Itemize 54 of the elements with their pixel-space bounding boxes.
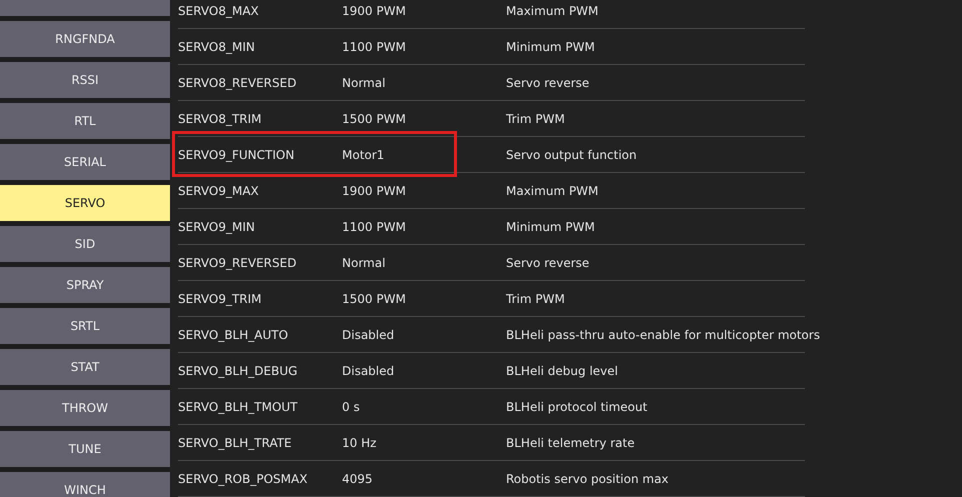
param-description: Maximum PWM	[506, 4, 600, 18]
param-name: SERVO_BLH_DEBUG	[178, 364, 298, 378]
param-description: Trim PWM	[506, 112, 566, 126]
param-value: Motor1	[342, 148, 386, 162]
param-value: 1100 PWM	[342, 40, 407, 54]
param-value: 4095	[342, 472, 374, 486]
param-value: 1900 PWM	[342, 4, 407, 18]
param-name: SERVO_BLH_AUTO	[178, 328, 290, 342]
sidebar-button[interactable]: RNGFNDA	[0, 21, 170, 57]
param-name: SERVO9_TRIM	[178, 292, 263, 306]
sidebar-button[interactable]: SRTL	[0, 308, 170, 344]
param-description: Minimum PWM	[506, 220, 596, 234]
param-value: 0 s	[342, 400, 361, 414]
param-value: Disabled	[342, 364, 396, 378]
param-value: 1100 PWM	[342, 220, 407, 234]
param-description: Minimum PWM	[506, 40, 596, 54]
param-value: Normal	[342, 76, 386, 90]
sidebar-button[interactable]: SERVO	[0, 185, 170, 221]
sidebar-button[interactable]: SERIAL	[0, 144, 170, 180]
param-description: BLHeli pass-thru auto-enable for multicopter motors	[506, 328, 820, 342]
sidebar-button[interactable]: THROW	[0, 390, 170, 426]
param-name: SERVO9_MAX	[178, 184, 260, 198]
param-description: BLHeli protocol timeout	[506, 400, 648, 414]
param-description: Servo reverse	[506, 76, 590, 90]
sidebar-button[interactable]: SPRAY	[0, 267, 170, 303]
param-name: SERVO9_MIN	[178, 220, 256, 234]
param-name: SERVO8_REVERSED	[178, 76, 298, 90]
param-name: SERVO_BLH_TMOUT	[178, 400, 299, 414]
param-value: 1500 PWM	[342, 292, 407, 306]
param-value: 1900 PWM	[342, 184, 407, 198]
param-description: Robotis servo position max	[506, 472, 670, 486]
sidebar-button[interactable]: RTL	[0, 103, 170, 139]
param-description: Servo output function	[506, 148, 638, 162]
param-value: 1500 PWM	[342, 112, 407, 126]
param-description: BLHeli debug level	[506, 364, 619, 378]
param-description: Trim PWM	[506, 292, 566, 306]
param-description: BLHeli telemetry rate	[506, 436, 636, 450]
sidebar-button[interactable]: TUNE	[0, 431, 170, 467]
sidebar-button[interactable]: WINCH	[0, 472, 170, 497]
param-name: SERVO_BLH_TRATE	[178, 436, 293, 450]
sidebar-button[interactable]: RSSI	[0, 62, 170, 98]
sidebar-button[interactable]: SID	[0, 226, 170, 262]
param-name: SERVO8_MIN	[178, 40, 256, 54]
param-name: SERVO8_TRIM	[178, 112, 263, 126]
param-value: Normal	[342, 256, 386, 270]
param-description: Maximum PWM	[506, 184, 600, 198]
param-name: SERVO9_FUNCTION	[178, 148, 296, 162]
sidebar-button[interactable]: STAT	[0, 349, 170, 385]
param-value: Disabled	[342, 328, 396, 342]
param-name: SERVO_ROB_POSMAX	[178, 472, 308, 486]
param-value: 10 Hz	[342, 436, 378, 450]
param-name: SERVO8_MAX	[178, 4, 260, 18]
param-description: Servo reverse	[506, 256, 590, 270]
param-name: SERVO9_REVERSED	[178, 256, 298, 270]
